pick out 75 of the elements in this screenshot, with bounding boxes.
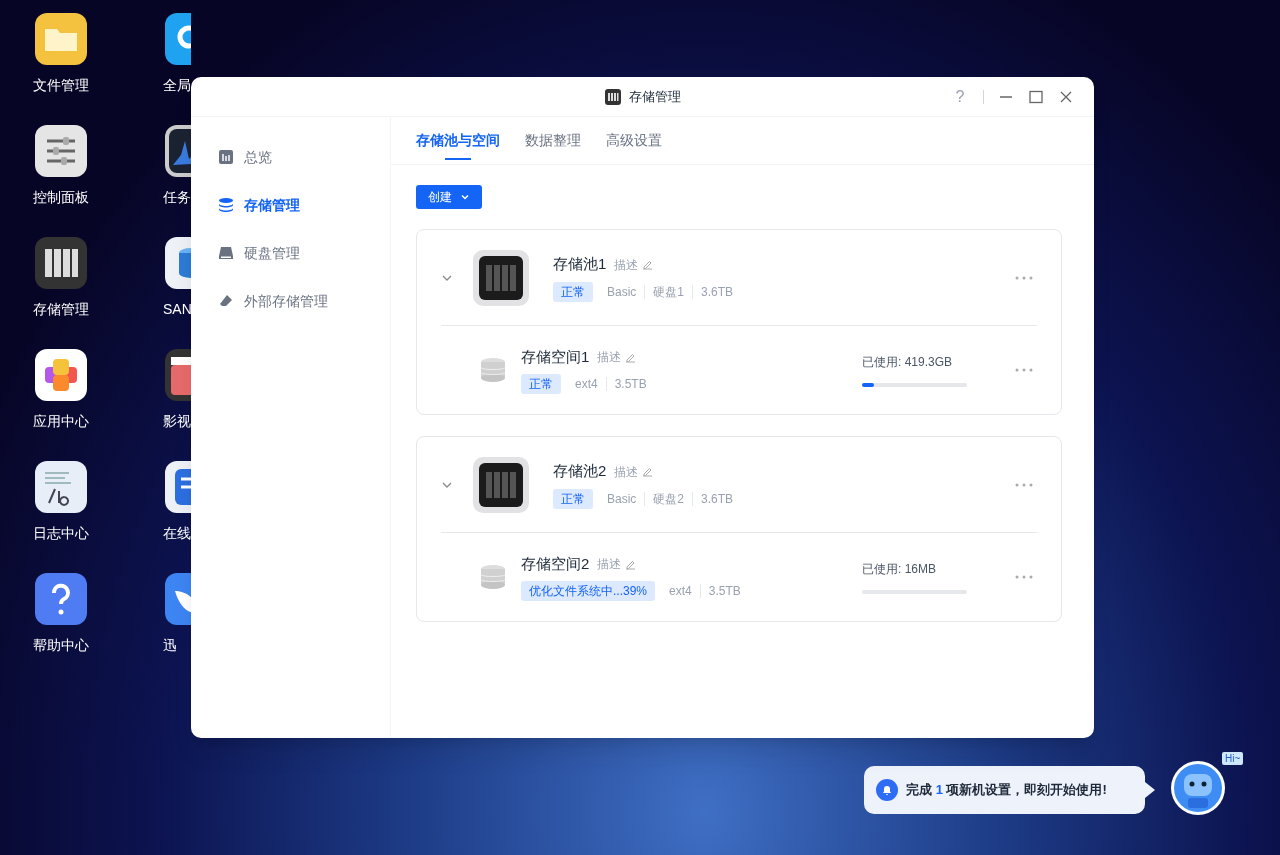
bird-icon[interactable] [165, 573, 191, 625]
info-text: 3.5TB [613, 376, 648, 394]
folder-icon[interactable] [35, 13, 87, 65]
status-tag: 正常 [553, 488, 593, 509]
pencil-icon [642, 466, 654, 477]
tab[interactable]: 存储池与空间 [416, 117, 500, 164]
notification-text: 完成 1 项新机设置，即刻开始使用! [906, 781, 1107, 800]
database-icon [218, 197, 234, 213]
app-label[interactable]: 帮助中心 [33, 635, 89, 655]
log-file-icon[interactable] [35, 461, 87, 513]
storage-pool-icon [473, 249, 529, 306]
window-title: 存储管理 [628, 87, 681, 106]
bell-icon [876, 779, 898, 801]
bar-chart-icon [218, 149, 234, 165]
usage-text: 已使用: 419.3GB [862, 354, 954, 371]
tab[interactable]: 高级设置 [606, 117, 662, 164]
drive-bays-icon[interactable] [35, 237, 87, 289]
name-text: 存储空间1 [521, 346, 590, 367]
create-button[interactable]: 创建 [416, 185, 482, 209]
info-text: 3.6TB [700, 490, 735, 508]
app-label[interactable]: 日志中心 [33, 523, 89, 543]
app-label[interactable]: 影视 [130, 411, 191, 431]
sliders-icon[interactable] [35, 125, 87, 177]
pencil-icon [625, 351, 637, 363]
greeting-bubble: Hi~ [1222, 752, 1244, 765]
app-label[interactable]: 文件管理 [33, 75, 89, 95]
sidebar-item[interactable]: 硬盘管理 [191, 229, 390, 277]
chart-icon[interactable] [165, 125, 191, 177]
storage-pool-icon [473, 456, 529, 513]
clapperboard-icon[interactable] [165, 349, 191, 401]
robot-mascot-icon[interactable] [1170, 760, 1226, 816]
bubble-tail-icon [1145, 782, 1155, 798]
maximize-icon[interactable] [1028, 89, 1044, 105]
status-tag: 正常 [553, 281, 593, 302]
name-text: 存储池2 [553, 461, 607, 482]
app-label[interactable]: 全局 [130, 75, 191, 95]
app-label[interactable]: 控制面板 [33, 187, 89, 207]
app-label[interactable]: 任务 [130, 187, 191, 207]
disk-stack-icon [479, 356, 507, 384]
sidebar-item[interactable]: 存储管理 [191, 181, 390, 229]
name-text: 存储池1 [553, 254, 607, 275]
question-icon[interactable] [35, 573, 87, 625]
app-label[interactable]: 在线 [130, 523, 191, 543]
puzzle-icon[interactable] [35, 349, 87, 401]
app-label[interactable]: 应用中心 [33, 411, 89, 431]
search-icon[interactable] [165, 13, 191, 65]
usage-text: 已使用: 16MB [862, 561, 937, 578]
pencil-icon [642, 259, 654, 270]
eraser-icon [218, 293, 234, 309]
info-text: Basic [606, 490, 638, 508]
sidebar-item[interactable]: 总览 [191, 133, 390, 181]
app-label[interactable]: 存储管理 [33, 299, 89, 319]
info-text: 硬盘1 [652, 283, 686, 301]
caret-icon [460, 192, 470, 202]
pencil-icon [625, 558, 637, 570]
app-label[interactable]: SAN [130, 299, 192, 319]
close-icon[interactable] [1058, 89, 1074, 105]
info-text: 3.6TB [700, 283, 735, 301]
document-icon[interactable] [165, 461, 191, 513]
info-text: 3.5TB [707, 583, 742, 601]
info-text: 硬盘2 [652, 490, 686, 508]
app-label[interactable]: 迅 [130, 635, 177, 655]
storage-app-icon [604, 88, 621, 105]
info-text: ext4 [574, 376, 599, 394]
hard-drive-icon [218, 245, 234, 261]
info-text: Basic [606, 283, 638, 301]
info-text: ext4 [668, 583, 693, 601]
status-tag: 优化文件系统中...39% [521, 581, 656, 602]
status-tag: 正常 [521, 374, 561, 395]
name-text: 存储空间2 [521, 553, 590, 574]
notification-bubble[interactable]: 完成 1 项新机设置，即刻开始使用! [864, 766, 1145, 814]
disk-stack-icon [479, 563, 507, 591]
database-icon[interactable] [165, 237, 191, 289]
sidebar-item[interactable]: 外部存储管理 [191, 277, 390, 325]
tab[interactable]: 数据整理 [525, 117, 581, 164]
